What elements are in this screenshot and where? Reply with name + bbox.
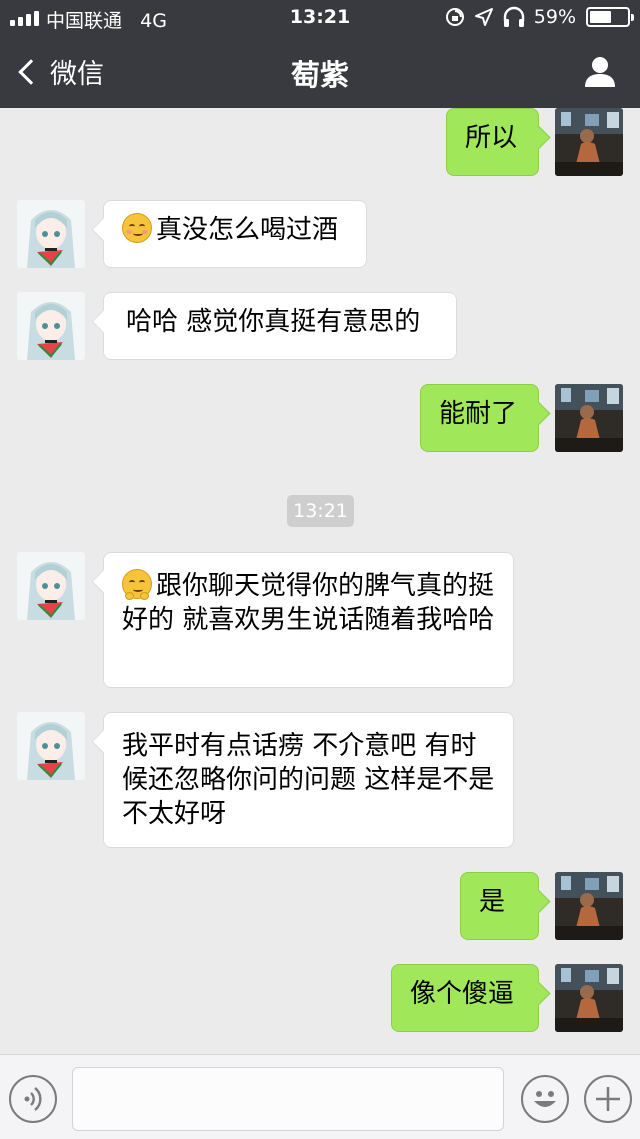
message-text: 哈哈 感觉你真挺有意思的 — [126, 307, 421, 337]
battery-level — [590, 11, 611, 23]
emoji-face-icon — [534, 1091, 556, 1107]
message-text: 我平时有点话痨 不介意吧 有时候还忽略你问的问题 这样是不是不太好呀 — [122, 731, 495, 829]
message-text: 跟你聊天觉得你的脾气真的挺好的 就喜欢男生说话随着我哈哈 — [122, 569, 495, 635]
message-text: 真没怎么喝过酒 — [122, 213, 338, 245]
emoji-button[interactable] — [521, 1075, 569, 1123]
battery-icon — [586, 7, 634, 27]
voice-button[interactable] — [9, 1075, 57, 1123]
my-avatar[interactable] — [555, 108, 623, 176]
battery-percent: 59% — [533, 6, 576, 28]
blush-emoji-icon — [122, 213, 152, 243]
my-avatar[interactable] — [555, 872, 623, 940]
message-bubble-incoming[interactable]: 跟你聊天觉得你的脾气真的挺好的 就喜欢男生说话随着我哈哈 — [103, 552, 514, 688]
more-button[interactable] — [584, 1075, 632, 1123]
message-bubble-outgoing[interactable]: 所以 — [446, 108, 539, 176]
top-bar: 中国联通 4G 13:21 59% 微信 萄紫 — [0, 0, 640, 108]
hug-emoji-icon — [122, 569, 152, 600]
message-text: 是 — [479, 887, 506, 917]
contact-avatar[interactable] — [17, 200, 85, 268]
my-avatar[interactable] — [555, 964, 623, 1032]
message-text: 像个傻逼 — [410, 979, 515, 1009]
location-arrow-icon — [474, 8, 493, 26]
status-bar: 中国联通 4G 13:21 59% — [0, 0, 640, 36]
profile-icon[interactable] — [580, 52, 620, 92]
contact-avatar[interactable] — [17, 712, 85, 780]
chat-title: 萄紫 — [290, 58, 349, 92]
message-bubble-incoming[interactable]: 真没怎么喝过酒 — [103, 200, 367, 268]
message-text: 能耐了 — [439, 399, 518, 429]
contact-avatar[interactable] — [17, 292, 85, 360]
status-right: 59% — [444, 6, 634, 28]
nav-bar: 微信 萄紫 — [0, 36, 640, 108]
voice-icon — [24, 1087, 42, 1111]
message-bubble-outgoing[interactable]: 能耐了 — [420, 384, 539, 452]
input-bar — [0, 1054, 640, 1139]
location-lock-icon — [445, 8, 464, 26]
message-bubble-incoming[interactable]: 我平时有点话痨 不介意吧 有时候还忽略你问的问题 这样是不是不太好呀 — [103, 712, 514, 848]
message-bubble-outgoing[interactable]: 是 — [460, 872, 539, 940]
message-text: 所以 — [465, 123, 518, 153]
message-bubble-outgoing[interactable]: 像个傻逼 — [391, 964, 539, 1032]
my-avatar[interactable] — [555, 384, 623, 452]
plus-icon — [596, 1087, 620, 1111]
headphones-icon — [503, 6, 524, 27]
contact-avatar[interactable] — [17, 552, 85, 620]
message-input[interactable] — [72, 1067, 504, 1131]
chat-timestamp: 13:21 — [287, 495, 354, 527]
message-bubble-incoming[interactable]: 哈哈 感觉你真挺有意思的 — [103, 292, 457, 360]
